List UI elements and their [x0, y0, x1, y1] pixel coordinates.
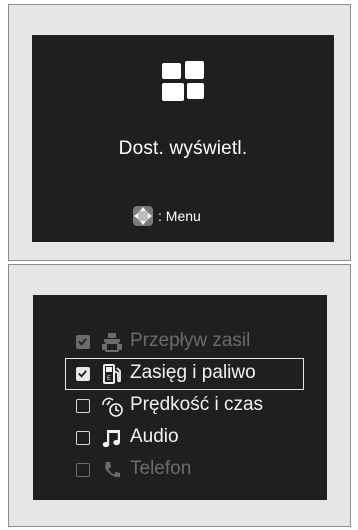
- list-item-range-fuel[interactable]: E Zasięg i paliwo: [33, 358, 327, 390]
- list-item-label: Zasięg i paliwo: [130, 362, 256, 383]
- music-note-icon: [102, 430, 120, 448]
- checkbox-audio[interactable]: [76, 431, 90, 445]
- list-item-label: Prędkość i czas: [130, 394, 264, 415]
- display-title: Dost. wyświetl.: [118, 138, 248, 159]
- checkbox-range-fuel[interactable]: [76, 367, 90, 381]
- svg-text:E: E: [107, 376, 111, 382]
- speed-time-icon: [102, 397, 123, 417]
- list-item-audio[interactable]: Audio: [33, 423, 327, 453]
- fuel-pump-icon: E: [103, 364, 121, 384]
- power-flow-icon: [102, 333, 122, 352]
- list-item-speed-time[interactable]: Prędkość i czas: [33, 391, 327, 421]
- list-item-label: Audio: [130, 426, 179, 447]
- settings-list-screen: Przepływ zasil E Zasięg i paliwo Prędkoś…: [33, 295, 327, 500]
- settings-list-panel: Przepływ zasil E Zasięg i paliwo Prędkoś…: [8, 264, 351, 527]
- list-item-label: Przepływ zasil: [130, 330, 251, 351]
- menu-hint: : Menu: [132, 205, 201, 227]
- display-screen: Dost. wyświetl. : Menu: [32, 35, 334, 242]
- list-item-power-flow[interactable]: Przepływ zasil: [33, 327, 327, 357]
- display-panel: Dost. wyświetl. : Menu: [8, 4, 351, 261]
- display-layout-icon: [162, 61, 204, 101]
- checkbox-phone[interactable]: [76, 463, 90, 477]
- menu-hint-label: : Menu: [158, 208, 201, 224]
- directional-pad-icon: [133, 206, 153, 226]
- checkbox-speed-time[interactable]: [76, 399, 90, 413]
- list-item-label: Telefon: [130, 458, 192, 479]
- checkbox-power-flow[interactable]: [76, 335, 90, 349]
- list-fade-overlay: [33, 478, 327, 500]
